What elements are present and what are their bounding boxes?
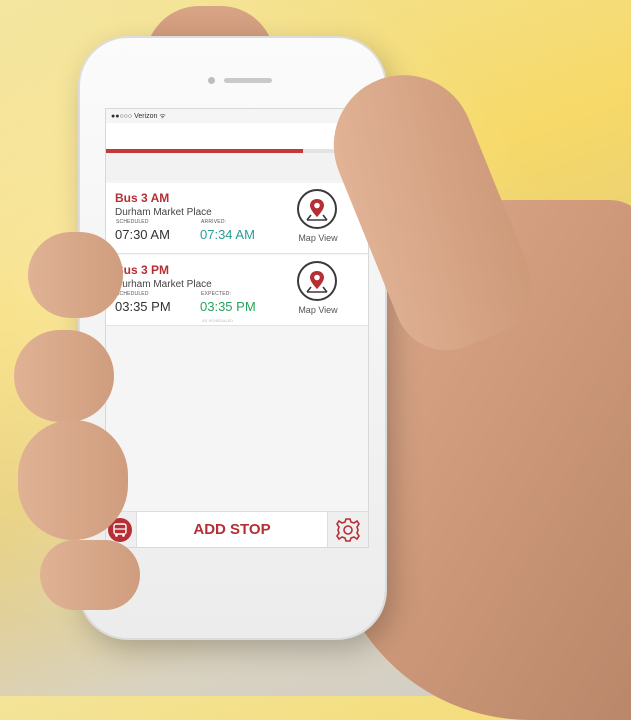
phone-speaker bbox=[224, 78, 272, 83]
map-view-button[interactable]: Map View bbox=[291, 261, 347, 319]
hand-finger bbox=[18, 420, 128, 540]
settings-button[interactable] bbox=[327, 512, 368, 547]
status-bar: ●●○○○ Verizon ᯤ bbox=[106, 109, 368, 123]
scheduled-time: 07:30 AM bbox=[115, 227, 170, 242]
bus-title: Bus 3 PM bbox=[115, 263, 170, 277]
top-bar bbox=[106, 123, 368, 149]
map-pin-icon bbox=[297, 189, 337, 229]
carrier-label: ●●○○○ Verizon ᯤ bbox=[111, 113, 166, 120]
stop-name: Durham Market Place bbox=[115, 279, 212, 290]
scheduled-time: 03:35 PM bbox=[115, 299, 171, 314]
expected-time: 03:35 PM bbox=[200, 299, 256, 314]
bottom-bar: ADD STOP bbox=[106, 511, 368, 547]
stop-name: Durham Market Place bbox=[115, 207, 212, 218]
add-stop-button[interactable]: ADD STOP bbox=[136, 512, 328, 547]
spacer bbox=[106, 153, 368, 181]
map-view-button[interactable]: Map View bbox=[291, 189, 347, 247]
gear-icon bbox=[336, 518, 360, 542]
arrival-card[interactable]: Bus 3 PM Durham Market Place SCHEDULED E… bbox=[106, 255, 368, 326]
hand-finger bbox=[28, 232, 123, 318]
hand-finger bbox=[40, 540, 140, 610]
map-view-label: Map View bbox=[298, 233, 338, 243]
hand-finger bbox=[14, 330, 114, 422]
app-screen: ●●○○○ Verizon ᯤ Bus 3 AM Durham Market P… bbox=[105, 108, 369, 548]
map-pin-icon bbox=[297, 261, 337, 301]
bus-title: Bus 3 AM bbox=[115, 191, 170, 205]
arrived-label: ARRIVED: bbox=[201, 219, 227, 225]
phone-camera bbox=[208, 77, 215, 84]
arrived-time: 07:34 AM bbox=[200, 227, 255, 242]
status-note: AS SCHEDULED bbox=[202, 318, 234, 323]
map-view-label: Map View bbox=[298, 305, 338, 315]
scheduled-label: SCHEDULED bbox=[116, 291, 149, 297]
expected-label: EXPECTED: bbox=[201, 291, 232, 297]
arrival-card[interactable]: Bus 3 AM Durham Market Place SCHEDULED A… bbox=[106, 183, 368, 254]
scheduled-label: SCHEDULED bbox=[116, 219, 149, 225]
